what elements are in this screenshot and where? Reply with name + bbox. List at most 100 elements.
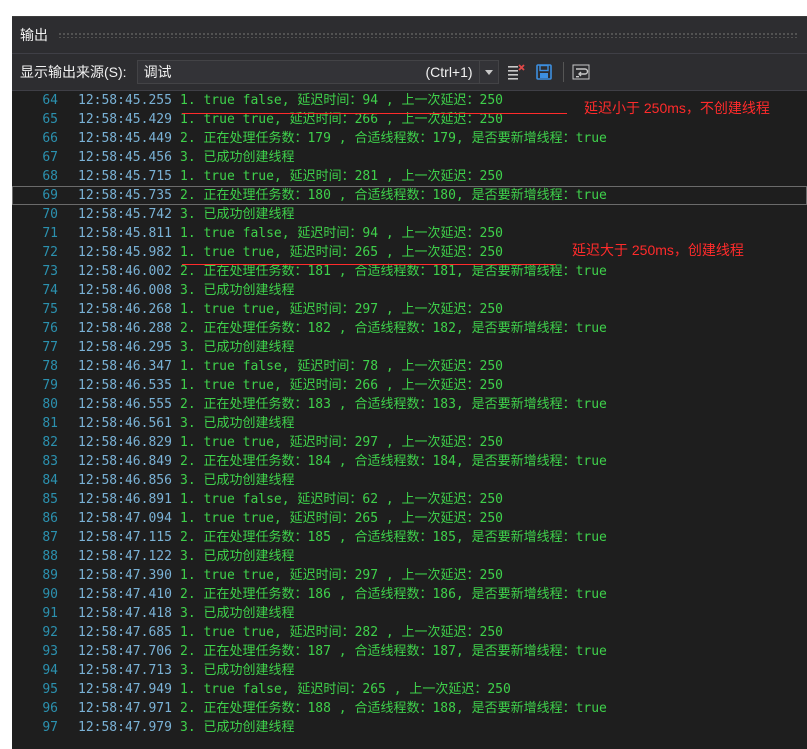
chevron-down-icon[interactable] xyxy=(478,61,498,83)
output-line: 82 12:58:46.829 1. true true, 延迟时间：297 , 上… xyxy=(12,433,807,452)
log-timestamp: 12:58:47.949 xyxy=(78,682,172,697)
log-message: 2. 正在处理任务数：179 , 合适线程数：179, 是否要新增线程：true xyxy=(180,131,607,146)
log-message: 1. true true, 延迟时间：265 , 上一次延迟：250 xyxy=(180,511,504,526)
annotation-delay-less: 延迟小于 250ms，不创建线程 xyxy=(584,100,770,116)
log-message: 2. 正在处理任务数：188 , 合适线程数：188, 是否要新增线程：true xyxy=(180,701,607,716)
log-timestamp: 12:58:45.982 xyxy=(78,245,172,260)
output-line: 78 12:58:46.347 1. true false, 延迟时间：78 , 上… xyxy=(12,357,807,376)
line-number: 88 xyxy=(42,549,58,564)
output-line: 74 12:58:46.008 3. 已成功创建线程 xyxy=(12,281,807,300)
window-title: 输出 xyxy=(20,27,48,43)
log-message: 2. 正在处理任务数：185 , 合适线程数：185, 是否要新增线程：true xyxy=(180,530,607,545)
output-line: 85 12:58:46.891 1. true false, 延迟时间：62 , 上… xyxy=(12,490,807,509)
log-timestamp: 12:58:45.735 xyxy=(78,188,172,203)
log-timestamp: 12:58:47.390 xyxy=(78,568,172,583)
line-number: 82 xyxy=(42,435,58,450)
line-number: 69 xyxy=(42,188,58,203)
save-icon[interactable] xyxy=(533,61,555,83)
log-timestamp: 12:58:45.255 xyxy=(78,93,172,108)
log-timestamp: 12:58:47.094 xyxy=(78,511,172,526)
line-number: 78 xyxy=(42,359,58,374)
log-timestamp: 12:58:46.002 xyxy=(78,264,172,279)
line-number: 97 xyxy=(42,720,58,735)
log-message: 1. true false, 延迟时间：94 , 上一次延迟：250 xyxy=(180,226,504,241)
log-message: 2. 正在处理任务数：182 , 合适线程数：182, 是否要新增线程：true xyxy=(180,321,607,336)
output-line: 83 12:58:46.849 2. 正在处理任务数：184 , 合适线程数：184… xyxy=(12,452,807,471)
line-number: 79 xyxy=(42,378,58,393)
log-message: 1. true true, 延迟时间：297 , 上一次延迟：250 xyxy=(180,568,504,583)
log-timestamp: 12:58:45.715 xyxy=(78,169,172,184)
output-line: 95 12:58:47.949 1. true false, 延迟时间：265 , … xyxy=(12,680,807,699)
shortcut-hint: (Ctrl+1) xyxy=(425,64,473,80)
log-message: 1. true true, 延迟时间：297 , 上一次延迟：250 xyxy=(180,435,504,450)
line-number: 81 xyxy=(42,416,58,431)
output-line: 90 12:58:47.410 2. 正在处理任务数：186 , 合适线程数：186… xyxy=(12,585,807,604)
log-message: 1. true false, 延迟时间：62 , 上一次延迟：250 xyxy=(180,492,504,507)
log-timestamp: 12:58:46.295 xyxy=(78,340,172,355)
log-message: 3. 已成功创建线程 xyxy=(180,416,295,431)
log-timestamp: 12:58:45.429 xyxy=(78,112,172,127)
line-number: 80 xyxy=(42,397,58,412)
output-line: 88 12:58:47.122 3. 已成功创建线程 xyxy=(12,547,807,566)
log-message: 3. 已成功创建线程 xyxy=(180,340,295,355)
log-timestamp: 12:58:47.115 xyxy=(78,530,172,545)
log-timestamp: 12:58:47.713 xyxy=(78,663,172,678)
output-line: 89 12:58:47.390 1. true true, 延迟时间：297 , 上… xyxy=(12,566,807,585)
line-number: 70 xyxy=(42,207,58,222)
log-message: 2. 正在处理任务数：183 , 合适线程数：183, 是否要新增线程：true xyxy=(180,397,607,412)
output-source-dropdown[interactable]: 调试 (Ctrl+1) xyxy=(136,60,499,84)
log-message: 3. 已成功创建线程 xyxy=(180,549,295,564)
output-line: 67 12:58:45.456 3. 已成功创建线程 xyxy=(12,148,807,167)
line-number: 74 xyxy=(42,283,58,298)
log-message: 3. 已成功创建线程 xyxy=(180,150,295,165)
log-message: 2. 正在处理任务数：187 , 合适线程数：187, 是否要新增线程：true xyxy=(180,644,607,659)
output-line: 86 12:58:47.094 1. true true, 延迟时间：265 , 上… xyxy=(12,509,807,528)
log-message: 1. true false, 延迟时间：94 , 上一次延迟：250 xyxy=(180,93,504,108)
output-line: 94 12:58:47.713 3. 已成功创建线程 xyxy=(12,661,807,680)
output-line: 80 12:58:46.555 2. 正在处理任务数：183 , 合适线程数：183… xyxy=(12,395,807,414)
line-number: 76 xyxy=(42,321,58,336)
output-line: 92 12:58:47.685 1. true true, 延迟时间：282 , 上… xyxy=(12,623,807,642)
log-timestamp: 12:58:45.811 xyxy=(78,226,172,241)
line-number: 96 xyxy=(42,701,58,716)
line-number: 72 xyxy=(42,245,58,260)
log-timestamp: 12:58:46.535 xyxy=(78,378,172,393)
log-message: 1. true false, 延迟时间：265 , 上一次延迟：250 xyxy=(180,682,511,697)
log-timestamp: 12:58:46.829 xyxy=(78,435,172,450)
line-number: 83 xyxy=(42,454,58,469)
line-number: 66 xyxy=(42,131,58,146)
log-timestamp: 12:58:47.979 xyxy=(78,720,172,735)
output-toolbar: 显示输出来源(S): 调试 (Ctrl+1) xyxy=(12,54,807,91)
output-line: 69 12:58:45.735 2. 正在处理任务数：180 , 合适线程数：180… xyxy=(12,186,807,205)
log-timestamp: 12:58:46.347 xyxy=(78,359,172,374)
line-number: 87 xyxy=(42,530,58,545)
log-timestamp: 12:58:45.449 xyxy=(78,131,172,146)
log-timestamp: 12:58:45.742 xyxy=(78,207,172,222)
output-line: 76 12:58:46.288 2. 正在处理任务数：182 , 合适线程数：182… xyxy=(12,319,807,338)
log-message: 2. 正在处理任务数：180 , 合适线程数：180, 是否要新增线程：true xyxy=(180,188,607,203)
log-message: 3. 已成功创建线程 xyxy=(180,606,295,621)
line-number: 92 xyxy=(42,625,58,640)
line-number: 73 xyxy=(42,264,58,279)
output-text-area[interactable]: 64 12:58:45.255 1. true false, 延迟时间：94 , 上… xyxy=(12,91,807,749)
clear-all-icon[interactable] xyxy=(505,61,527,83)
output-line: 84 12:58:46.856 3. 已成功创建线程 xyxy=(12,471,807,490)
log-message: 3. 已成功创建线程 xyxy=(180,207,295,222)
output-title-bar[interactable]: 输出 xyxy=(12,17,807,54)
log-timestamp: 12:58:47.410 xyxy=(78,587,172,602)
line-number: 90 xyxy=(42,587,58,602)
line-number: 77 xyxy=(42,340,58,355)
line-number: 85 xyxy=(42,492,58,507)
output-window: 输出 显示输出来源(S): 调试 (Ctrl+1) 64 12:58:45.25… xyxy=(12,16,807,749)
drag-grip[interactable] xyxy=(58,32,797,38)
word-wrap-icon[interactable] xyxy=(570,61,592,83)
line-number: 71 xyxy=(42,226,58,241)
line-number: 68 xyxy=(42,169,58,184)
log-message: 3. 已成功创建线程 xyxy=(180,663,295,678)
log-message: 1. true true, 延迟时间：265 , 上一次延迟：250 xyxy=(180,245,504,260)
output-line: 79 12:58:46.535 1. true true, 延迟时间：266 , 上… xyxy=(12,376,807,395)
annotation-delay-greater: 延迟大于 250ms，创建线程 xyxy=(572,242,744,258)
log-timestamp: 12:58:45.456 xyxy=(78,150,172,165)
line-number: 93 xyxy=(42,644,58,659)
line-number: 95 xyxy=(42,682,58,697)
